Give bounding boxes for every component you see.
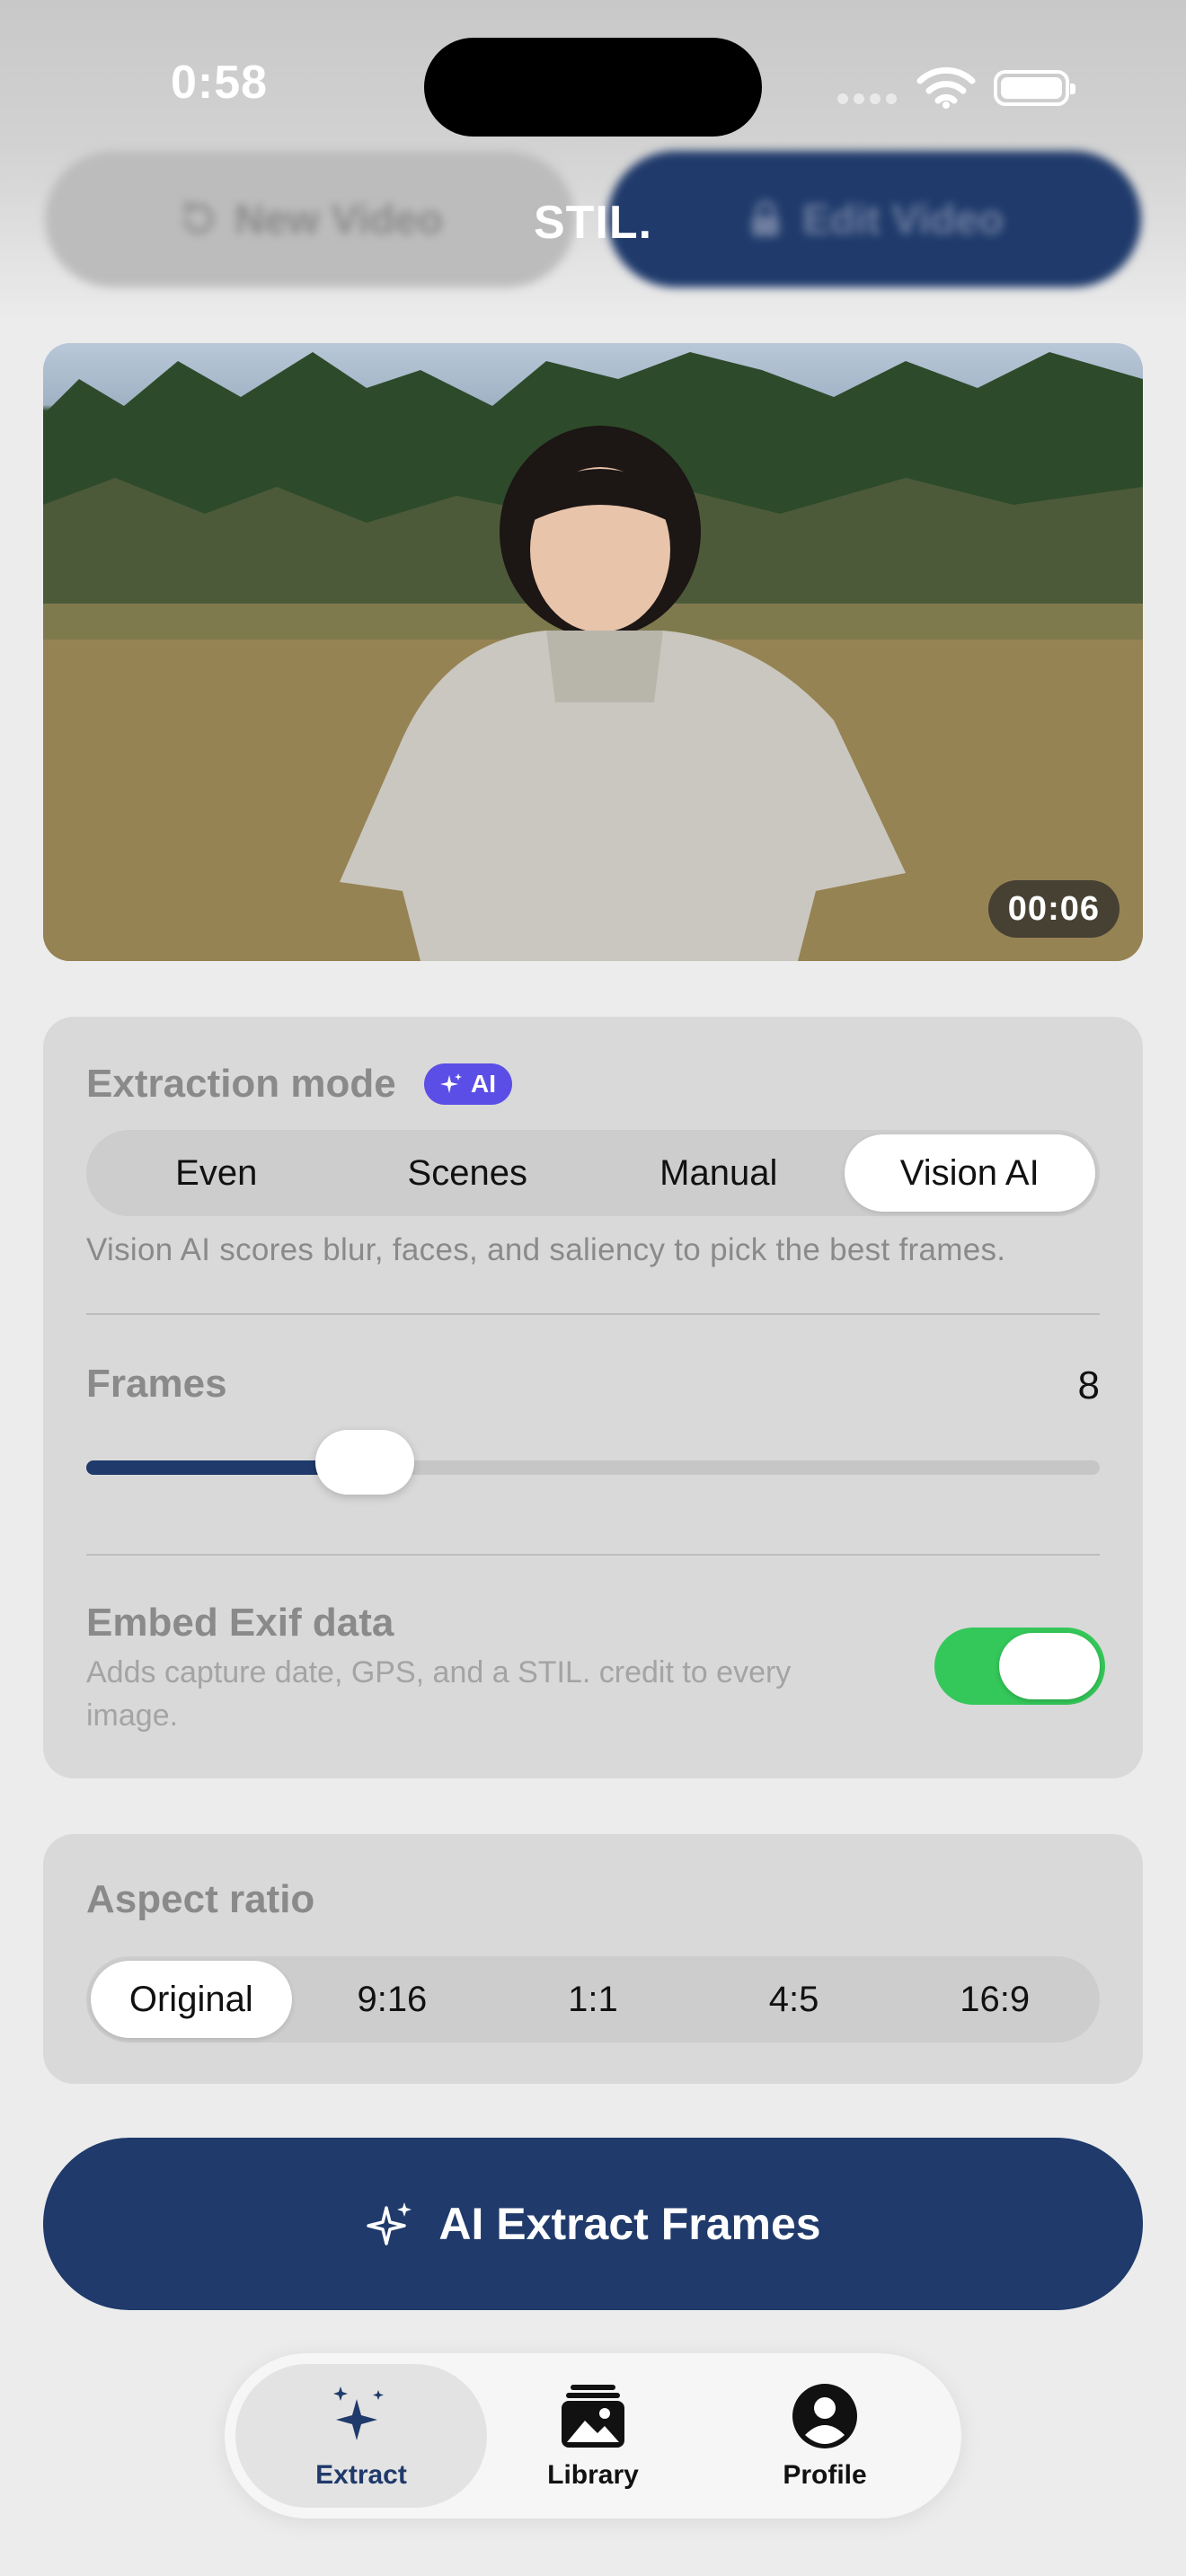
tab-extract[interactable]: Extract	[235, 2364, 487, 2508]
aspect-ratio-title: Aspect ratio	[86, 1877, 315, 1921]
tab-profile-label: Profile	[783, 2460, 867, 2490]
embed-exif-title: Embed Exif data	[86, 1601, 394, 1645]
ai-badge-label: AI	[471, 1070, 496, 1098]
aspect-option-4-5[interactable]: 4:5	[694, 1961, 895, 2038]
frames-slider[interactable]	[86, 1430, 1100, 1495]
sparkles-icon	[440, 1073, 462, 1093]
lock-icon	[751, 200, 779, 236]
extraction-settings-card: Extraction mode AI Even Scenes Manual Vi…	[43, 1017, 1143, 1778]
mode-option-even[interactable]: Even	[91, 1134, 342, 1212]
toggle-knob	[999, 1633, 1100, 1699]
wifi-icon	[916, 66, 976, 109]
bottom-tab-bar: Extract Library Profile	[225, 2353, 961, 2519]
tab-library-label: Library	[547, 2460, 639, 2490]
mode-helper-text: Vision AI scores blur, faces, and salien…	[86, 1232, 1006, 1267]
video-preview[interactable]: 00:06	[43, 343, 1143, 961]
sparkles-icon	[367, 2202, 412, 2245]
ai-extract-frames-button[interactable]: AI Extract Frames	[43, 2138, 1143, 2310]
extraction-mode-title: Extraction mode	[86, 1062, 396, 1106]
tab-extract-label: Extract	[315, 2460, 407, 2490]
edit-video-button[interactable]: Edit Video	[607, 151, 1141, 287]
ai-badge: AI	[424, 1063, 512, 1105]
frames-value: 8	[1077, 1363, 1100, 1407]
status-time: 0:58	[171, 57, 269, 109]
aspect-ratio-selector: Original 9:16 1:1 4:5 16:9	[86, 1956, 1100, 2042]
tab-profile[interactable]: Profile	[699, 2364, 951, 2508]
rotate-ccw-icon	[182, 200, 214, 234]
video-duration-badge: 00:06	[987, 880, 1120, 938]
app-title: STIL.	[533, 197, 653, 249]
tab-library[interactable]: Library	[467, 2364, 719, 2508]
cellular-signal-icon	[837, 93, 897, 104]
battery-icon	[994, 70, 1075, 106]
video-thumbnail-image	[43, 352, 1143, 961]
person-circle-icon	[792, 2384, 857, 2448]
new-video-label: New Video	[235, 196, 443, 243]
aspect-option-original[interactable]: Original	[91, 1961, 292, 2038]
divider	[86, 1313, 1100, 1315]
embed-exif-toggle[interactable]	[934, 1628, 1105, 1705]
mode-option-scenes[interactable]: Scenes	[342, 1134, 594, 1212]
aspect-option-9-16[interactable]: 9:16	[292, 1961, 493, 2038]
aspect-ratio-card: Aspect ratio Original 9:16 1:1 4:5 16:9	[43, 1834, 1143, 2084]
mode-option-vision-ai[interactable]: Vision AI	[844, 1134, 1095, 1212]
edit-video-label: Edit Video	[801, 196, 1005, 243]
new-video-button[interactable]: New Video	[45, 151, 575, 287]
photo-stack-icon	[562, 2385, 624, 2448]
dynamic-island	[424, 38, 762, 137]
ai-extract-frames-label: AI Extract Frames	[438, 2199, 821, 2249]
sparkles-icon	[333, 2386, 384, 2440]
mode-option-manual[interactable]: Manual	[593, 1134, 845, 1212]
divider	[86, 1554, 1100, 1556]
frames-slider-thumb[interactable]	[315, 1430, 415, 1495]
aspect-option-16-9[interactable]: 16:9	[894, 1961, 1095, 2038]
aspect-option-1-1[interactable]: 1:1	[492, 1961, 694, 2038]
extraction-mode-selector: Even Scenes Manual Vision AI	[86, 1130, 1100, 1216]
embed-exif-description: Adds capture date, GPS, and a STIL. cred…	[86, 1655, 792, 1733]
frames-label: Frames	[86, 1362, 227, 1406]
